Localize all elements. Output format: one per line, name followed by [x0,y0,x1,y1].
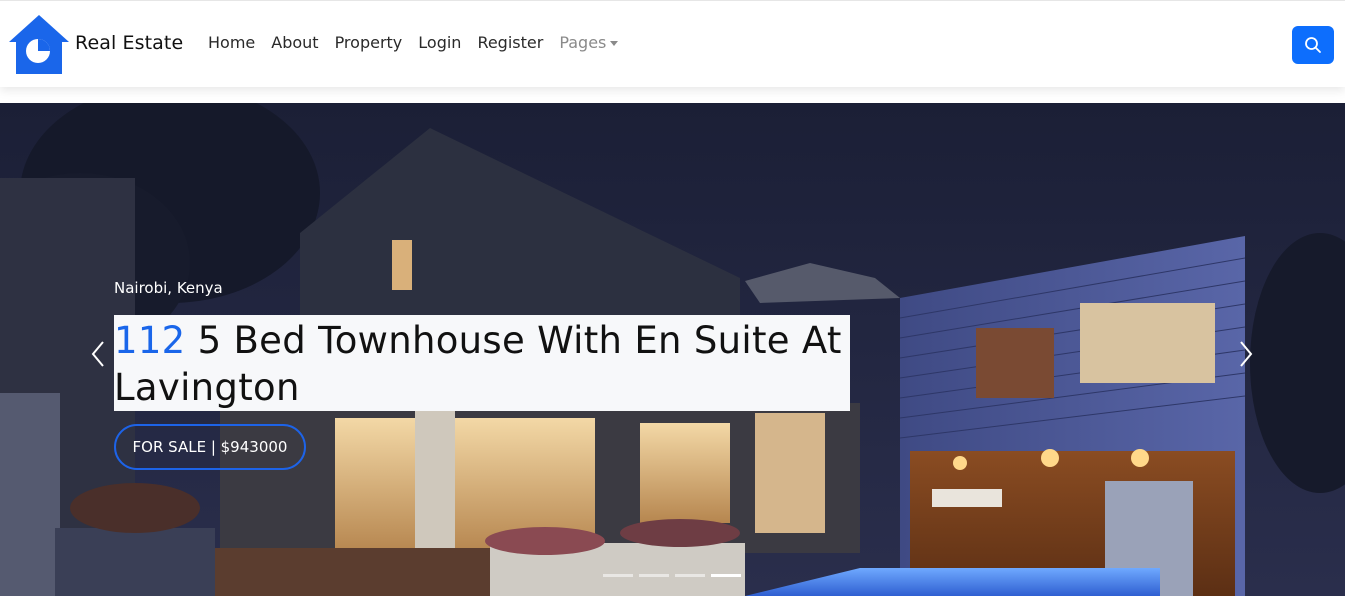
carousel-indicator-active[interactable] [711,574,741,577]
carousel-indicator[interactable] [603,574,633,577]
house-logo-icon [9,15,69,74]
nav-register[interactable]: Register [477,33,543,52]
carousel-indicators [603,574,747,577]
nav-login[interactable]: Login [418,33,461,52]
carousel-next-icon[interactable] [1236,339,1256,369]
carousel-indicator[interactable] [675,574,705,577]
nav-pages-dropdown[interactable]: Pages [559,33,619,52]
brand-link[interactable]: Real Estate [9,13,183,75]
caret-down-icon [610,41,619,46]
carousel-indicator[interactable] [639,574,669,577]
hero-caption: Nairobi, Kenya 112 5 Bed Townhouse With … [114,279,850,470]
nav-pages-label: Pages [559,33,607,52]
navbar: Real Estate Home About Property Login Re… [0,0,1345,87]
nav-links: Home About Property Login Register Pages [208,33,634,52]
property-number: 112 [114,319,186,362]
property-title-text: 5 Bed Townhouse With En Suite At Lavingt… [114,319,842,409]
status-price-button[interactable]: FOR SALE | $943000 [114,424,306,470]
property-title-box: 112 5 Bed Townhouse With En Suite At Lav… [114,315,850,411]
nav-about[interactable]: About [271,33,318,52]
nav-property[interactable]: Property [335,33,403,52]
nav-home[interactable]: Home [208,33,255,52]
property-title: 112 5 Bed Townhouse With En Suite At Lav… [114,317,850,411]
search-button[interactable] [1292,26,1334,64]
hero-carousel: Nairobi, Kenya 112 5 Bed Townhouse With … [0,103,1345,596]
property-location: Nairobi, Kenya [114,279,223,297]
carousel-prev-icon[interactable] [88,339,108,369]
brand-name: Real Estate [75,32,184,54]
search-icon [1305,37,1321,53]
